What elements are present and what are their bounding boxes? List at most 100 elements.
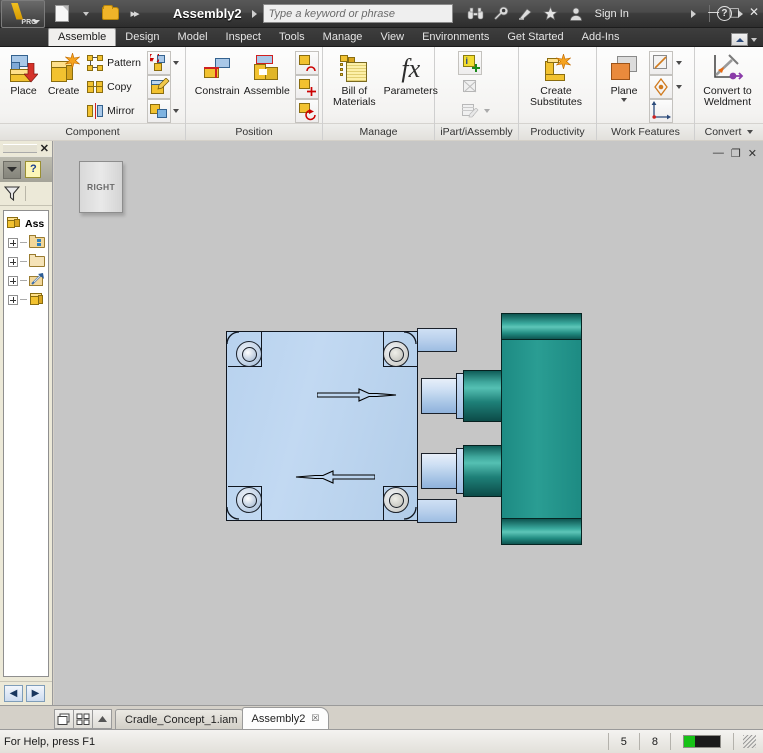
new-document-icon[interactable] [51,3,73,25]
tab-assemble[interactable]: Assemble [48,28,117,46]
work-plane-dropdown-icon[interactable] [621,98,627,102]
parameters-label: Parameters [383,85,438,97]
search-input[interactable]: Type a keyword or phrase [262,4,453,23]
browser-tree[interactable]: Ass [3,210,49,677]
doc-tab-assembly2[interactable]: Assembly2 ☒ [241,707,330,729]
shaft-top[interactable] [421,378,458,414]
browser-view-dropdown-button[interactable] [3,160,21,179]
status-indicators: 5 8 [607,733,759,750]
flange-tab-top[interactable] [417,328,457,352]
assembly-model[interactable] [54,141,763,705]
boss-bottom[interactable] [463,445,503,497]
tab-environments[interactable]: Environments [413,28,498,46]
create-substitutes-button[interactable]: Create Substitutes [520,51,592,108]
new-document-dropdown-icon[interactable] [75,3,97,25]
bill-of-materials-button[interactable]: Bill of Materials [333,51,376,108]
tab-manage[interactable]: Manage [314,28,372,46]
assemble-button[interactable]: Assemble [244,51,291,97]
status-resize-grip[interactable] [733,733,759,750]
boss-top[interactable] [463,370,503,422]
panel-label-convert[interactable]: Convert [695,123,763,140]
tab-tools[interactable]: Tools [270,28,314,46]
place-component-button[interactable]: Place [5,51,42,97]
more-commands-icon[interactable]: ▸▸ [123,3,145,25]
tree-root-assembly[interactable]: Ass [6,214,48,233]
mirror-component-button[interactable]: Mirror [87,99,141,123]
doc-tab-close-icon[interactable]: ☒ [311,713,319,724]
minimize-button[interactable]: — [708,5,720,19]
tree-node-representations[interactable] [6,252,48,271]
sign-in-dropdown-icon[interactable] [690,9,696,18]
tree-node-part-occurrence[interactable] [6,290,48,309]
work-point-button[interactable] [649,75,673,99]
browser-nav-prev-button[interactable]: ◀ [4,685,23,702]
expand-icon[interactable] [8,256,18,267]
work-axis-dropdown-icon[interactable] [673,51,684,75]
block-bottom-cap[interactable] [501,518,582,545]
create-component-button[interactable]: Create [45,51,82,97]
title-dropdown-icon[interactable] [251,9,257,18]
browser-close-button[interactable]: ✕ [40,142,49,155]
funnel-filter-icon[interactable] [4,186,20,201]
insert-constraint-button[interactable] [295,75,319,99]
block-top-cap[interactable] [501,313,582,340]
doc-tab-cradle-concept[interactable]: Cradle_Concept_1.iam [115,709,248,729]
constraint-arrow-right[interactable] [317,388,397,402]
cascade-windows-button[interactable] [54,709,74,729]
user-account-icon[interactable] [567,5,585,23]
convert-panel-dropdown-icon[interactable] [747,130,754,134]
expand-icon[interactable] [8,237,18,248]
wrench-icon[interactable] [492,5,510,23]
favorites-star-icon[interactable] [542,5,560,23]
plate-part[interactable] [226,331,418,521]
tab-inspect[interactable]: Inspect [217,28,270,46]
flange-tab-bottom[interactable] [417,499,457,523]
parameters-button[interactable]: fx Parameters [384,51,438,97]
work-point-dropdown-icon[interactable] [673,75,684,99]
satellite-dish-icon[interactable] [517,5,535,23]
browser-drag-grip[interactable] [3,144,37,153]
expand-icon[interactable] [8,275,18,286]
open-document-icon[interactable] [99,3,121,25]
constraint-arrow-left[interactable] [295,470,375,484]
work-plane-button[interactable]: Plane [602,51,646,102]
tab-get-started[interactable]: Get Started [498,28,572,46]
replace-component-button[interactable] [146,51,171,75]
make-component-button[interactable] [146,99,171,123]
joint-magnet-button[interactable] [295,51,319,75]
convert-to-weldment-button[interactable]: Convert to Weldment [696,51,760,108]
shaft-bottom[interactable] [421,453,458,489]
tab-scroll-up-button[interactable] [92,709,112,729]
tab-design[interactable]: Design [116,28,168,46]
browser-nav-next-button[interactable]: ▶ [26,685,45,702]
work-axis-button[interactable] [649,51,673,75]
ribbon-options-dropdown-icon[interactable] [751,37,757,42]
ribbon-collapse-button[interactable] [731,33,748,46]
tile-windows-button[interactable] [73,709,93,729]
graphics-window[interactable]: — ❐ ✕ RIGHT [54,141,763,705]
sign-in-label[interactable]: Sign In [595,8,629,20]
block-body[interactable] [501,339,582,519]
create-ipart-button[interactable]: i [457,51,482,75]
ucs-button[interactable] [649,99,673,123]
tab-view[interactable]: View [371,28,413,46]
edit-in-place-button[interactable] [146,75,171,99]
pattern-component-button[interactable]: Pattern [87,51,141,75]
tab-add-ins[interactable]: Add-Ins [573,28,629,46]
resize-grip-icon[interactable] [743,735,756,748]
browser-help-note-icon[interactable] [25,161,41,178]
maximize-button[interactable]: □ [729,5,740,19]
copy-component-button[interactable]: Copy [87,75,141,99]
relationships-folder-icon [29,235,46,250]
constrain-button[interactable]: Constrain [194,51,241,97]
tab-model[interactable]: Model [169,28,217,46]
angle-constraint-button[interactable] [295,99,319,123]
close-button[interactable]: ✕ [749,5,759,19]
application-menu-button[interactable]: PRO [1,0,45,28]
tree-node-origin[interactable] [6,271,48,290]
replace-component-dropdown-icon[interactable] [171,51,182,75]
expand-icon[interactable] [8,294,18,305]
make-component-dropdown-icon[interactable] [171,99,182,123]
binoculars-icon[interactable] [467,5,485,23]
tree-node-relationships[interactable] [6,233,48,252]
